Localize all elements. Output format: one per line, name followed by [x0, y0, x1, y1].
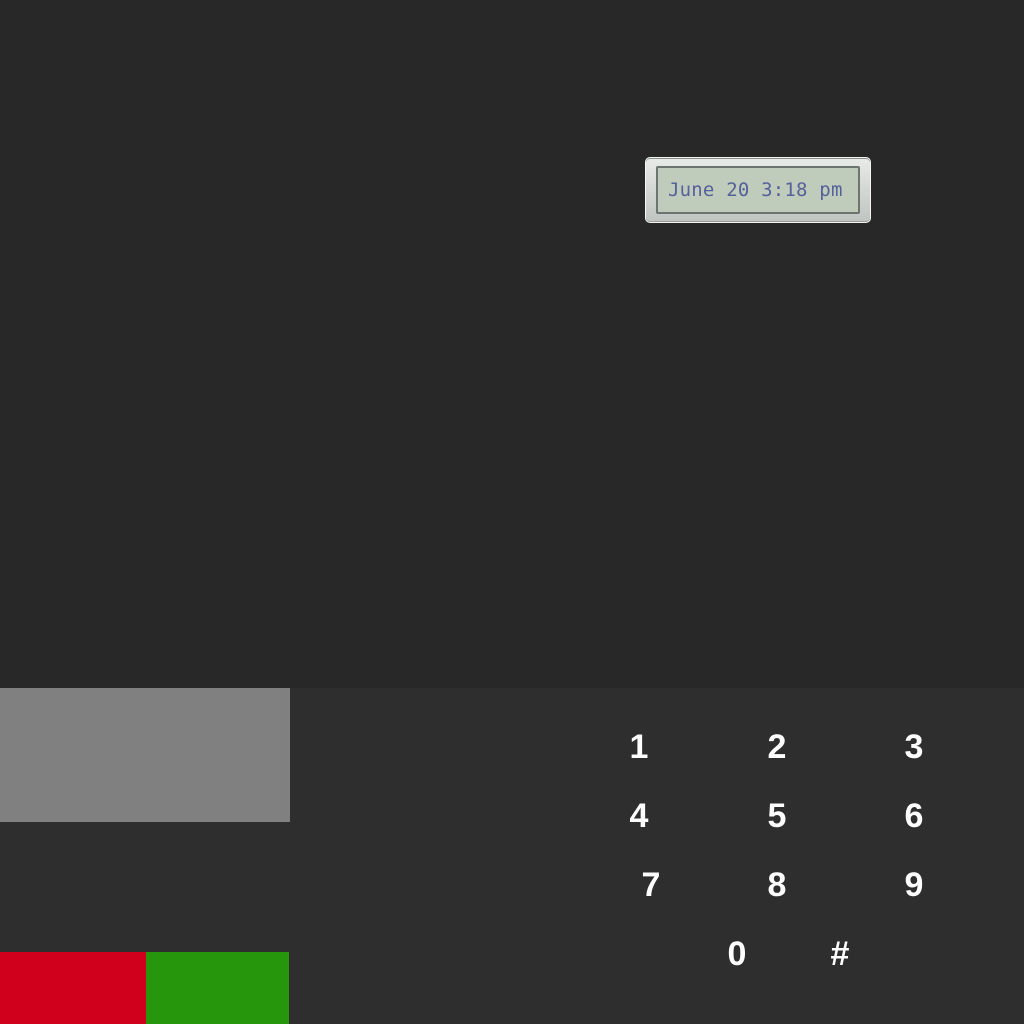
keypad-key-hash[interactable]: #: [810, 929, 870, 979]
keypad-key-8[interactable]: 8: [747, 860, 807, 910]
lcd-datetime-text: June 20 3:18 pm: [668, 179, 843, 201]
keypad-key-7[interactable]: 7: [621, 860, 681, 910]
keypad-key-0[interactable]: 0: [707, 929, 767, 979]
keypad-key-1[interactable]: 1: [609, 722, 669, 772]
keypad-key-6[interactable]: 6: [884, 791, 944, 841]
lcd-screen: June 20 3:18 pm: [656, 166, 860, 214]
gray-panel[interactable]: [0, 688, 290, 822]
display-area: [0, 0, 1024, 688]
keypad-key-2[interactable]: 2: [747, 722, 807, 772]
call-button[interactable]: [146, 952, 289, 1024]
keypad-key-3[interactable]: 3: [884, 722, 944, 772]
keypad-key-5[interactable]: 5: [747, 791, 807, 841]
keypad-key-4[interactable]: 4: [609, 791, 669, 841]
keypad-key-9[interactable]: 9: [884, 860, 944, 910]
lcd-display: June 20 3:18 pm: [645, 157, 871, 223]
end-call-button[interactable]: [0, 952, 146, 1024]
